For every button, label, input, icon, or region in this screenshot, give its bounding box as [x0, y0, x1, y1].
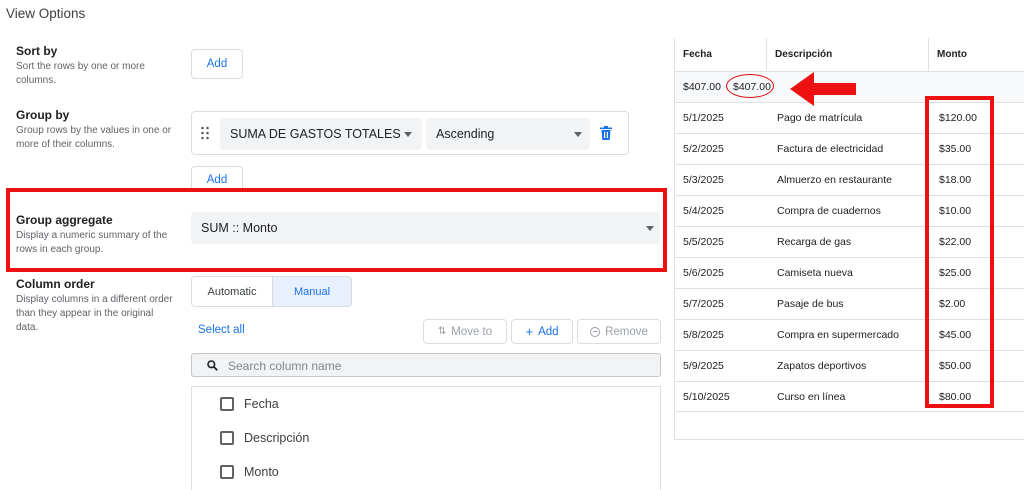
column-order-title: Column order — [16, 277, 95, 291]
annotation-circle-total — [726, 74, 774, 98]
sort-by-desc-2: columns. — [16, 75, 57, 86]
sort-by-title: Sort by — [16, 44, 58, 58]
tab-manual[interactable]: Manual — [272, 276, 352, 307]
add-column-label: Add — [538, 325, 559, 338]
cell-descripcion: Recarga de gas — [777, 236, 852, 248]
chevron-down-icon — [574, 132, 582, 137]
cell-descripcion: Factura de electricidad — [777, 143, 884, 155]
group-order-value: Ascending — [436, 127, 495, 141]
select-all-link[interactable]: Select all — [198, 324, 245, 336]
cell-descripcion: Camiseta nueva — [777, 267, 853, 279]
cell-descripcion: Zapatos deportivos — [777, 360, 867, 372]
annotation-highlight-monto — [925, 96, 994, 408]
column-label-descripcion: Descripción — [244, 431, 310, 445]
cell-fecha: 5/2/2025 — [683, 143, 724, 155]
chevron-down-icon — [404, 132, 412, 137]
move-to-button[interactable]: ⇅ Move to — [423, 319, 507, 344]
group-by-desc-1: Group rows by the values in one or — [16, 125, 172, 136]
cell-descripcion: Compra en supermercado — [777, 329, 899, 341]
annotation-highlight-aggregate — [6, 188, 667, 272]
column-header-monto: Monto — [937, 49, 967, 60]
checkbox[interactable] — [220, 431, 234, 445]
list-item[interactable]: Descripción — [220, 428, 309, 448]
cell-fecha: 5/3/2025 — [683, 174, 724, 186]
search-icon — [207, 360, 218, 371]
checkbox[interactable] — [220, 397, 234, 411]
column-header-descripcion: Descripción — [767, 38, 929, 71]
cell-fecha: 5/1/2025 — [683, 112, 724, 124]
column-label-monto: Monto — [244, 465, 279, 479]
group-by-card: SUMA DE GASTOS TOTALES Ascending — [191, 111, 629, 155]
cell-fecha: 5/9/2025 — [683, 360, 724, 372]
drag-handle-icon[interactable] — [200, 126, 210, 140]
swap-vertical-icon: ⇅ — [437, 326, 447, 337]
trash-icon[interactable] — [600, 126, 612, 140]
cell-fecha: 5/6/2025 — [683, 267, 724, 279]
cell-fecha: 5/8/2025 — [683, 329, 724, 341]
plus-icon: + — [525, 324, 534, 339]
sort-by-desc-1: Sort the rows by one or more — [16, 61, 145, 72]
column-label-fecha: Fecha — [244, 397, 279, 411]
cell-descripcion: Curso en línea — [777, 391, 846, 403]
group-by-title: Group by — [16, 108, 70, 122]
remove-column-button[interactable]: Remove — [577, 319, 661, 344]
column-order-desc-1: Display columns in a different order — [16, 294, 173, 305]
column-order-desc-3: data. — [16, 322, 39, 333]
column-header-fecha: Fecha — [675, 38, 767, 71]
group-order-select[interactable]: Ascending — [426, 118, 590, 150]
cell-descripcion: Compra de cuadernos — [777, 205, 881, 217]
cell-descripcion: Almuerzo en restaurante — [777, 174, 892, 186]
cell-fecha: 5/5/2025 — [683, 236, 724, 248]
tab-automatic[interactable]: Automatic — [191, 276, 273, 307]
group-total-left: $407.00 — [683, 81, 721, 93]
search-placeholder: Search column name — [228, 359, 342, 373]
column-order-desc-2: than they appear in the original — [16, 308, 154, 319]
add-column-button[interactable]: + Add — [511, 319, 573, 344]
list-item[interactable]: Monto — [220, 462, 279, 482]
group-by-desc-2: more of their columns. — [16, 139, 115, 150]
column-list: Fecha Descripción Monto — [191, 386, 661, 490]
cell-fecha: 5/10/2025 — [683, 391, 730, 403]
cell-descripcion: Pasaje de bus — [777, 298, 844, 310]
cell-descripcion: Pago de matrícula — [777, 112, 863, 124]
list-item[interactable]: Fecha — [220, 394, 279, 414]
cell-fecha: 5/7/2025 — [683, 298, 724, 310]
group-column-value: SUMA DE GASTOS TOTALES — [230, 127, 401, 141]
dialog-title: View Options — [6, 6, 86, 21]
annotation-arrow-icon — [790, 72, 856, 106]
remove-column-label: Remove — [605, 325, 648, 338]
search-input[interactable]: Search column name — [191, 353, 661, 377]
remove-circle-icon — [590, 326, 601, 337]
cell-fecha: 5/4/2025 — [683, 205, 724, 217]
checkbox[interactable] — [220, 465, 234, 479]
sort-add-button[interactable]: Add — [191, 49, 243, 79]
move-to-label: Move to — [451, 325, 493, 338]
group-column-select[interactable]: SUMA DE GASTOS TOTALES — [220, 118, 422, 150]
